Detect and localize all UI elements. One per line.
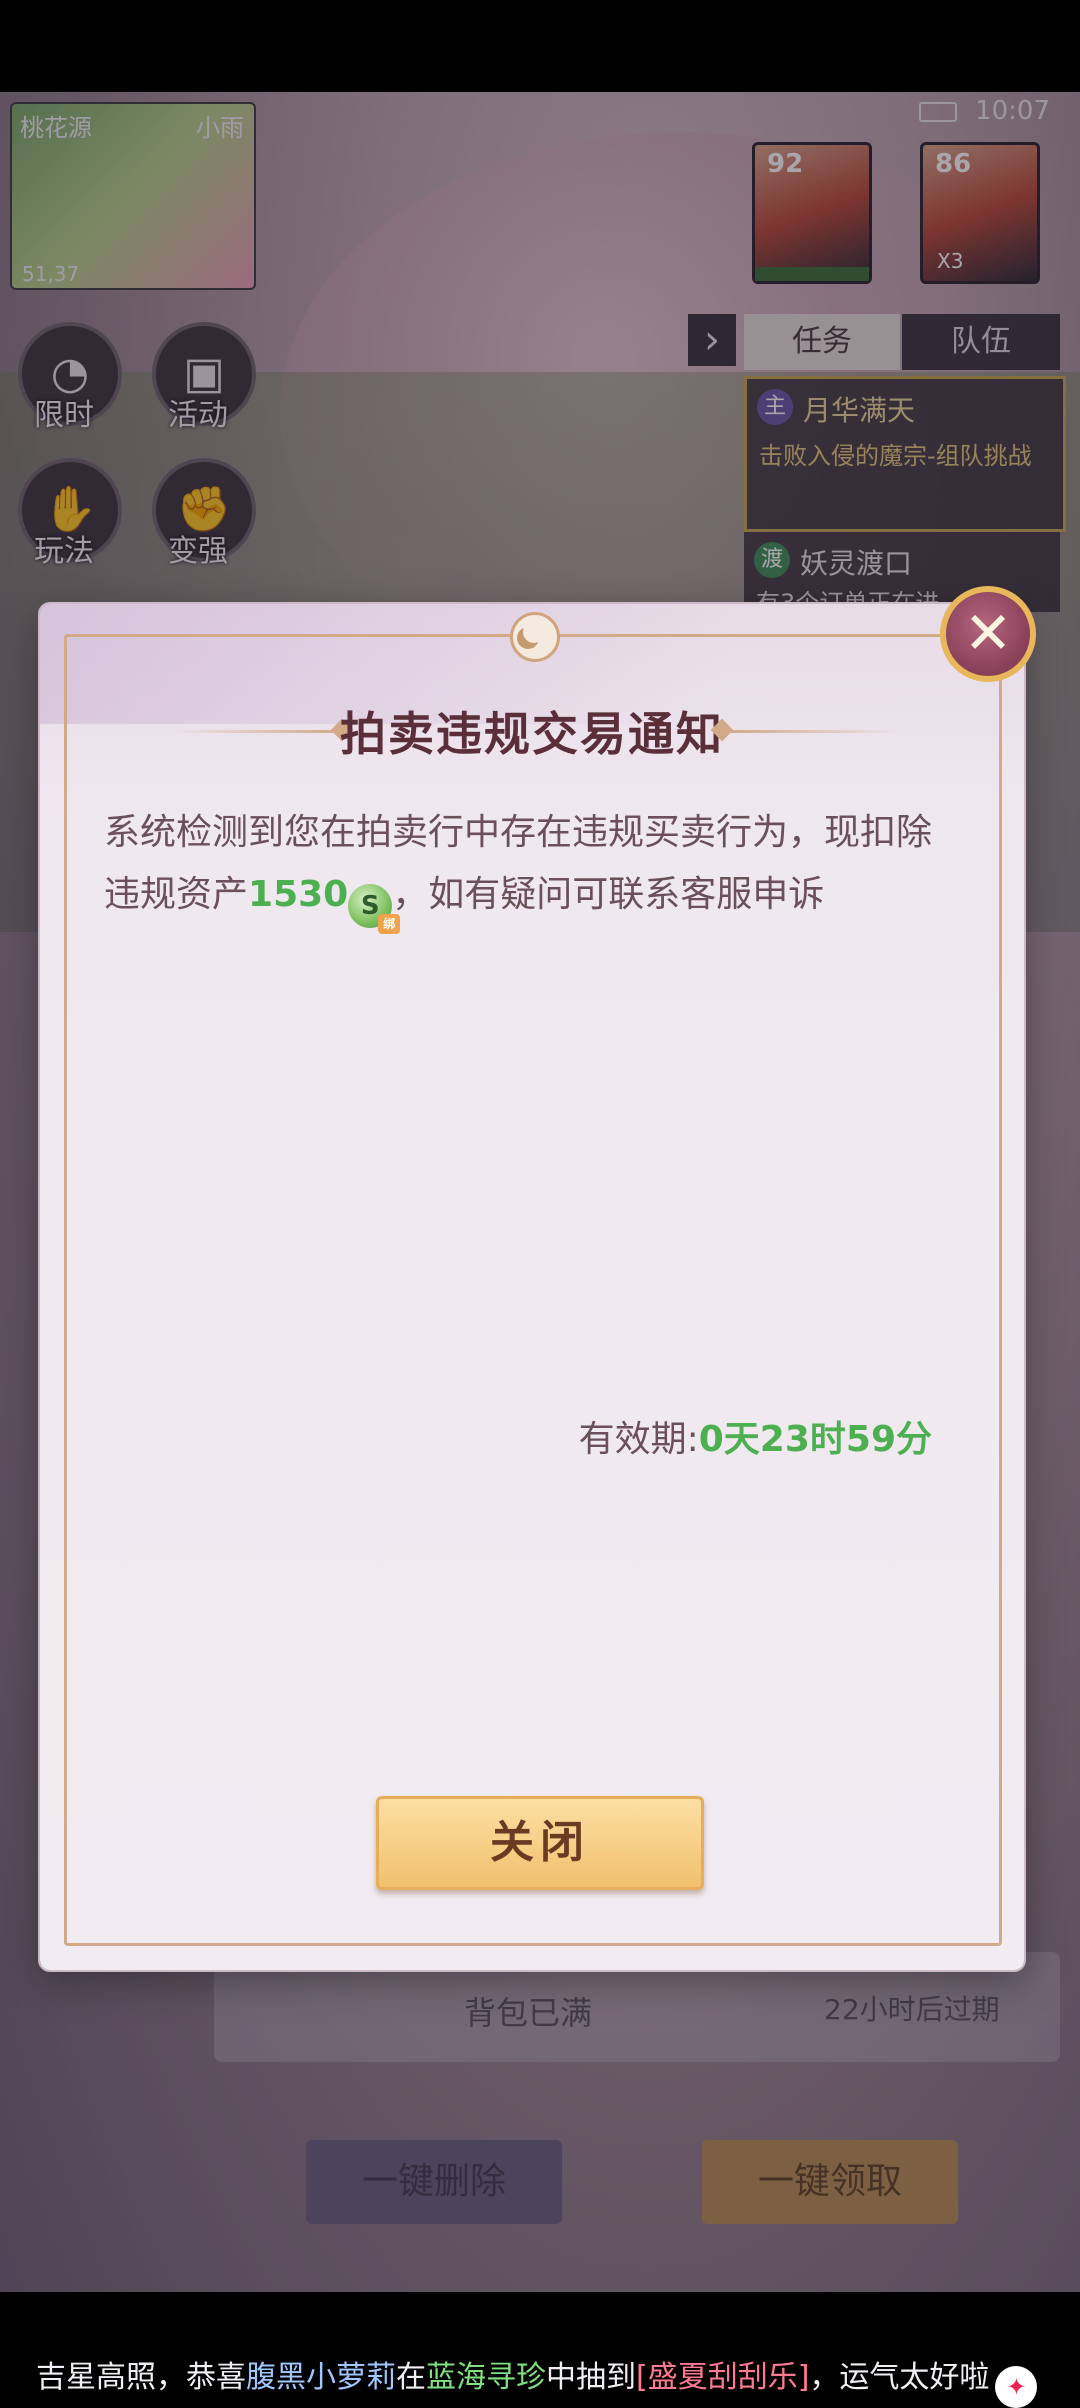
broadcast-text: 在 bbox=[396, 2360, 426, 2395]
moon-crest-icon bbox=[510, 612, 560, 662]
broadcast-text: 中抽到 bbox=[546, 2360, 636, 2395]
bound-coin-icon: S绑 bbox=[348, 884, 401, 934]
broadcast-reward[interactable]: [盛夏刮刮乐] bbox=[636, 2360, 809, 2395]
close-x-icon[interactable]: ✕ bbox=[940, 586, 1036, 682]
notice-dialog: 拍卖违规交易通知 系统检测到您在拍卖行中存在违规买卖行为，现扣除违规资产1530… bbox=[40, 604, 1024, 1970]
close-button[interactable]: 关闭 bbox=[376, 1796, 704, 1890]
validity-value: 0天23时59分 bbox=[698, 1419, 932, 1460]
bound-tag: 绑 bbox=[378, 914, 401, 934]
validity-label: 有效期: bbox=[578, 1419, 699, 1460]
broadcast-text: ，运气太好啦 bbox=[809, 2360, 990, 2395]
validity-period: 有效期:0天23时59分 bbox=[579, 1410, 932, 1462]
system-status-bar bbox=[0, 0, 1080, 92]
broadcast-text: 吉星高照，恭喜 bbox=[36, 2360, 246, 2395]
dialog-message: 系统检测到您在拍卖行中存在违规买卖行为，现扣除违规资产1530 S 绑，如有疑问可联… bbox=[104, 802, 964, 934]
cheer-emoji-icon: ✦ bbox=[995, 2366, 1038, 2408]
message-text-suffix: ，如有疑问可联系客服申诉 bbox=[392, 874, 825, 915]
broadcast-player[interactable]: 腹黑小萝莉 bbox=[246, 2360, 396, 2395]
broadcast-activity[interactable]: 蓝海寻珍 bbox=[426, 2360, 546, 2395]
broadcast-ticker: 吉星高照，恭喜腹黑小萝莉在蓝海寻珍中抽到[盛夏刮刮乐]，运气太好啦 ✦ bbox=[0, 2344, 1080, 2408]
title-ornament-right bbox=[730, 730, 900, 733]
deducted-amount: 1530 bbox=[248, 874, 349, 915]
